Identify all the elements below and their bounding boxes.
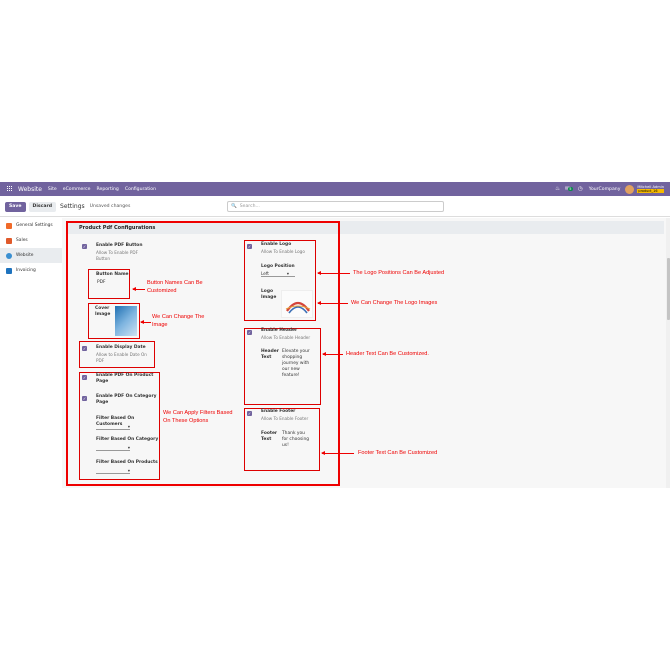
discard-button[interactable]: Discard: [28, 201, 57, 212]
footer-text-field[interactable]: Thank you for choosing us!: [282, 431, 310, 449]
scrollbar-thumb[interactable]: [666, 258, 670, 320]
enable-header-checkbox[interactable]: ✓: [247, 330, 252, 335]
avatar[interactable]: [625, 184, 635, 194]
sidebar-item-label: Invoicing: [16, 268, 36, 273]
display-date-desc: Allow to Enable Date On PDF: [96, 352, 147, 363]
note-header-text: Header Text Can Be Customized.: [346, 351, 429, 357]
sidebar-item-label: Sales: [16, 238, 28, 243]
chevron-down-icon: ▾: [127, 445, 130, 450]
search-placeholder: Search...: [239, 204, 260, 209]
sidebar-item-label: General Settings: [16, 223, 53, 228]
logo-image-label: Logo Image: [261, 289, 277, 300]
arrow-button-name: [132, 287, 145, 291]
scrollbar[interactable]: [666, 218, 670, 488]
arrow-header: [322, 352, 343, 356]
filter-category-select[interactable]: ▾: [96, 445, 130, 451]
enable-footer-label: Enable Footer: [261, 409, 296, 414]
database-name: product_16: [637, 189, 664, 193]
systray: ♨ ✉ 5 ◷ YourCompany Mitchell Admin produ…: [550, 184, 664, 194]
pdf-category-label: Enable PDF On Category Page: [96, 394, 157, 405]
enable-logo-checkbox[interactable]: ✓: [247, 244, 252, 249]
website-icon: [6, 252, 12, 259]
sidebar-item-sales[interactable]: Sales: [0, 233, 62, 248]
logo-position-value: Left: [261, 271, 269, 276]
breadcrumb: Settings: [60, 203, 85, 210]
sidebar-item-label: Website: [16, 253, 34, 258]
filter-products-label: Filter Based On Products: [96, 460, 158, 465]
pdf-category-checkbox[interactable]: ✓: [82, 396, 87, 401]
display-date-label: Enable Display Date: [96, 345, 146, 350]
menu-site[interactable]: Site: [48, 187, 57, 192]
filter-customers-select[interactable]: ▾: [96, 424, 130, 430]
general-settings-icon: [6, 222, 12, 229]
chevron-down-icon: ▾: [127, 468, 130, 473]
unsaved-status: Unsaved changes: [89, 204, 131, 209]
pdf-product-label: Enable PDF On Product Page: [96, 373, 154, 384]
arrow-logo-image: [317, 301, 348, 305]
enable-logo-desc: Allow To Enable Logo: [261, 249, 305, 254]
cover-image-preview[interactable]: [115, 306, 137, 336]
note-footer-text: Footer Text Can Be Customized: [358, 450, 438, 456]
apps-menu-icon[interactable]: [7, 186, 13, 192]
enable-footer-desc: Allow To Enable Footer: [261, 416, 309, 421]
save-button[interactable]: Save: [5, 201, 26, 212]
filter-products-select[interactable]: ▾: [96, 468, 130, 474]
activity-icon[interactable]: ◷: [578, 186, 583, 192]
chat-badge: 5: [567, 187, 573, 191]
menu-ecommerce[interactable]: eCommerce: [63, 187, 91, 192]
company-switcher[interactable]: YourCompany: [589, 187, 621, 192]
sales-icon: [6, 237, 12, 244]
control-panel: Save Discard Settings Unsaved changes 🔍 …: [0, 197, 670, 217]
enable-header-desc: Allow To Enable Header: [261, 335, 311, 340]
logo-image-preview[interactable]: [281, 290, 313, 318]
main-menu: Site eCommerce Reporting Configuration: [48, 187, 162, 192]
button-name-field[interactable]: PDF: [97, 280, 106, 286]
note-button-names: Button Names Can Be Customized: [147, 280, 203, 294]
settings-sidebar: General Settings Sales Website Invoicing: [0, 218, 62, 488]
note-logo-positions: The Logo Positions Can Be Adjusted: [353, 270, 445, 276]
menu-reporting[interactable]: Reporting: [97, 187, 119, 192]
chevron-down-icon: ▾: [286, 271, 289, 276]
logo-swirl-icon: [285, 301, 311, 314]
arrow-footer: [321, 451, 354, 455]
note-change-image: We Can Change The Image: [152, 314, 205, 328]
footer-text-label: Footer Text: [261, 431, 278, 442]
menu-configuration[interactable]: Configuration: [125, 187, 156, 192]
enable-header-label: Enable Header: [261, 328, 298, 333]
arrow-logo-position: [317, 271, 350, 275]
filter-category-label: Filter Based On Category: [96, 437, 159, 442]
bug-icon[interactable]: ♨: [555, 186, 560, 192]
header-text-label: Header Text: [261, 349, 279, 360]
enable-logo-label: Enable Logo: [261, 242, 292, 247]
logo-position-label: Logo Position: [261, 264, 295, 269]
sidebar-item-general-settings[interactable]: General Settings: [0, 218, 62, 233]
sidebar-item-invoicing[interactable]: Invoicing: [0, 263, 62, 278]
search-icon: 🔍: [231, 204, 237, 209]
pdf-button-desc: Allow To Enable PDF Button: [96, 250, 139, 261]
button-name-label: Button Name: [96, 272, 129, 277]
logo-position-select[interactable]: Left ▾: [261, 271, 295, 277]
note-filters: We Can Apply Filters Based On These Opti…: [163, 410, 233, 424]
top-navbar: Website Site eCommerce Reporting Configu…: [0, 182, 670, 196]
search-input[interactable]: 🔍 Search...: [227, 201, 444, 212]
invoicing-icon: [6, 267, 12, 274]
arrow-cover: [140, 320, 151, 324]
pdf-button-checkbox[interactable]: ✓: [82, 244, 87, 249]
user-menu[interactable]: Mitchell Admin product_16: [637, 185, 664, 193]
sidebar-item-website[interactable]: Website: [0, 248, 62, 263]
app-brand[interactable]: Website: [18, 186, 42, 193]
chevron-down-icon: ▾: [127, 424, 130, 429]
header-text-field[interactable]: Elevate your shopping journey with our n…: [282, 349, 312, 379]
note-logo-images: We Can Change The Logo Images: [351, 300, 438, 306]
cover-image-label: Cover Image: [95, 306, 111, 317]
pdf-button-label: Enable PDF Button: [96, 243, 143, 248]
pdf-product-checkbox[interactable]: ✓: [82, 375, 87, 380]
enable-footer-checkbox[interactable]: ✓: [247, 411, 252, 416]
display-date-checkbox[interactable]: ✓: [82, 346, 87, 351]
